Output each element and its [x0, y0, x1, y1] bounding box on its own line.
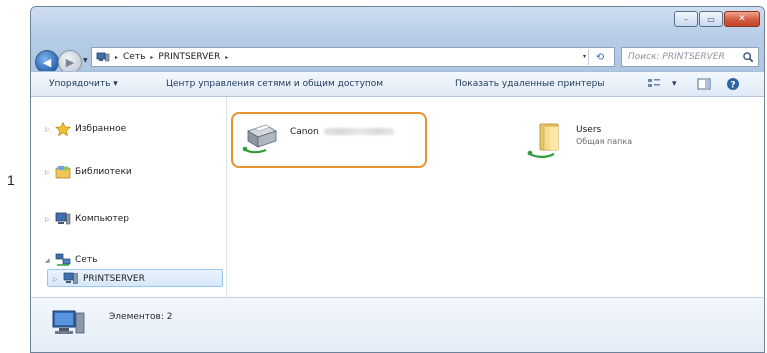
- shared-folder-icon: [527, 123, 559, 158]
- sidebar-item-favorites[interactable]: ▷ Избранное: [45, 122, 126, 136]
- close-icon: ✕: [738, 14, 746, 24]
- printer-name: Canon: [290, 127, 319, 137]
- crumb-separator[interactable]: ▸: [150, 54, 153, 61]
- search-input[interactable]: Поиск: PRINTSERVER: [628, 52, 741, 62]
- search-box[interactable]: Поиск: PRINTSERVER: [621, 47, 759, 67]
- sidebar-item-libraries[interactable]: ▷ Библиотеки: [45, 165, 132, 179]
- expand-arrow-icon[interactable]: ▷: [45, 169, 51, 176]
- sidebar-item-label: Сеть: [75, 255, 98, 265]
- forward-arrow-icon: ▶: [65, 55, 75, 69]
- minimize-icon: –: [684, 14, 688, 24]
- crumb-separator[interactable]: ▸: [225, 54, 228, 61]
- expand-arrow-icon[interactable]: ▷: [53, 276, 59, 283]
- command-bar: Упорядочить ▾ Центр управления сетями и …: [31, 71, 764, 97]
- organize-menu[interactable]: Упорядочить ▾: [49, 79, 118, 89]
- expand-arrow-icon[interactable]: ▷: [45, 126, 51, 133]
- crumb-network[interactable]: Сеть: [123, 52, 145, 62]
- star-icon: [55, 122, 71, 136]
- explorer-window: – ▭ ✕ ◀ ▶ ▼ ▸ Сеть ▸ PRINTSERVER ▸ ▾ ⟲ П…: [30, 6, 765, 353]
- list-item-printer[interactable]: Canon: [240, 117, 394, 159]
- network-computer-icon: [52, 310, 85, 334]
- address-dropdown[interactable]: ▾: [583, 53, 586, 60]
- remote-printers-button[interactable]: Показать удаленные принтеры: [455, 79, 605, 89]
- search-icon: [743, 52, 754, 63]
- details-pane: Элементов: 2: [31, 297, 764, 352]
- preview-pane-icon[interactable]: [697, 77, 711, 91]
- list-item-folder[interactable]: Users Общая папка: [526, 121, 632, 163]
- title-bar: – ▭ ✕ ◀ ▶ ▼ ▸ Сеть ▸ PRINTSERVER ▸ ▾ ⟲ П…: [31, 7, 764, 74]
- maximize-button[interactable]: ▭: [699, 11, 723, 27]
- minimize-button[interactable]: –: [674, 11, 698, 27]
- network-center-button[interactable]: Центр управления сетями и общим доступом: [166, 79, 383, 89]
- step-number: 1: [7, 172, 15, 188]
- view-options-dropdown[interactable]: ▾: [672, 79, 677, 89]
- help-icon[interactable]: ?: [726, 77, 740, 91]
- sidebar-item-label: Компьютер: [75, 214, 129, 224]
- close-button[interactable]: ✕: [724, 11, 760, 27]
- sidebar-item-label: Библиотеки: [75, 167, 132, 177]
- help-glyph: ?: [730, 80, 735, 90]
- file-list: Canon Users Общая папка: [228, 97, 764, 297]
- computer-icon: [55, 212, 71, 225]
- change-view-icon[interactable]: [647, 77, 661, 91]
- item-count: Элементов: 2: [109, 312, 173, 322]
- redacted-text: [323, 128, 394, 135]
- expand-arrow-icon[interactable]: ▷: [45, 216, 51, 223]
- address-bar[interactable]: ▸ Сеть ▸ PRINTSERVER ▸ ▾ ⟲: [91, 47, 615, 67]
- server-icon: [63, 272, 78, 284]
- network-location-icon: [96, 52, 110, 62]
- shared-printer-icon: [242, 124, 277, 154]
- navigation-pane: ▷ Избранное ▷ Библиотеки ▷ Компьютер ◢ С…: [31, 97, 227, 297]
- window-controls: – ▭ ✕: [674, 11, 760, 27]
- file-name: Users: [576, 125, 602, 135]
- collapse-arrow-icon[interactable]: ◢: [45, 257, 51, 264]
- sidebar-item-label: Избранное: [75, 124, 127, 134]
- file-name: Canon: [290, 127, 394, 137]
- recent-pages-dropdown[interactable]: ▼: [83, 57, 88, 64]
- crumb-separator[interactable]: ▸: [115, 54, 118, 61]
- sidebar-item-printserver[interactable]: ▷ PRINTSERVER: [53, 272, 145, 286]
- back-arrow-icon: ◀: [42, 55, 52, 69]
- sidebar-item-network[interactable]: ◢ Сеть: [45, 253, 97, 267]
- sidebar-item-computer[interactable]: ▷ Компьютер: [45, 212, 129, 226]
- maximize-icon: ▭: [707, 14, 715, 24]
- file-type: Общая папка: [576, 137, 633, 146]
- library-icon: [55, 166, 71, 179]
- sidebar-item-label: PRINTSERVER: [83, 274, 145, 284]
- crumb-printserver[interactable]: PRINTSERVER: [158, 52, 220, 62]
- refresh-button[interactable]: ⟲: [588, 49, 611, 65]
- network-icon: [55, 253, 71, 266]
